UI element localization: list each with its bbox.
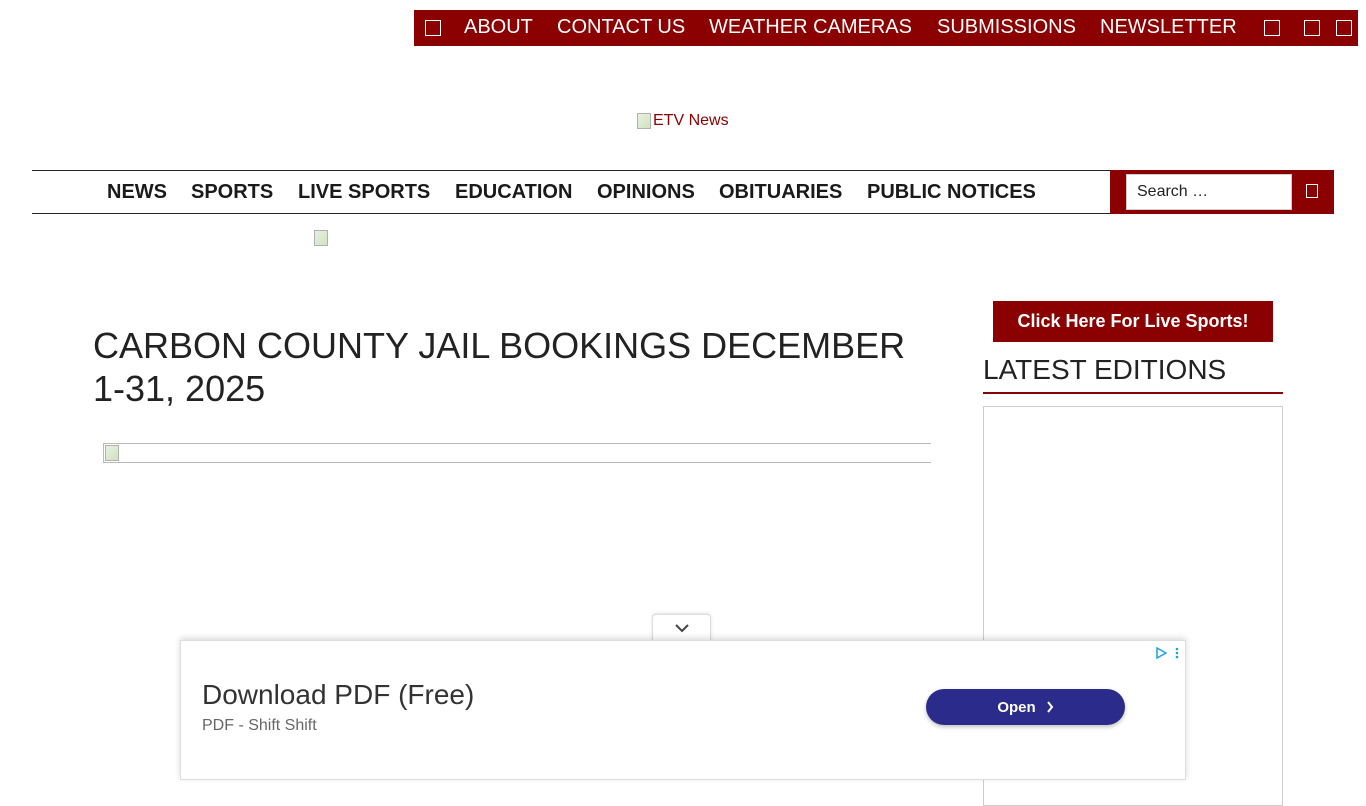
chevron-right-icon [1046, 701, 1053, 713]
more-options-icon [1175, 647, 1179, 659]
ad-title[interactable]: Download PDF (Free) [202, 679, 474, 711]
search-input[interactable] [1126, 174, 1292, 210]
home-icon[interactable] [425, 20, 441, 36]
nav-item-sports[interactable]: SPORTS [191, 181, 273, 204]
topbar-link-newsletter[interactable]: NEWSLETTER [1100, 16, 1237, 39]
twitter-icon[interactable] [1304, 20, 1320, 36]
ad-collapse-toggle[interactable] [652, 614, 711, 641]
top-utility-bar: ABOUT CONTACT US WEATHER CAMERAS SUBMISS… [414, 10, 1358, 46]
nav-item-public-notices[interactable]: PUBLIC NOTICES [867, 181, 1036, 204]
ad-panel[interactable]: Download PDF (Free) PDF - Shift Shift Op… [180, 640, 1186, 780]
topbar-link-contact[interactable]: CONTACT US [557, 16, 685, 39]
search-icon[interactable] [1306, 184, 1318, 198]
broken-image-icon [105, 445, 119, 461]
nav-item-opinions[interactable]: OPINIONS [597, 181, 695, 204]
topbar-link-weather-cameras[interactable]: WEATHER CAMERAS [709, 16, 912, 39]
logo-alt-text: ETV News [653, 112, 729, 129]
nav-item-news[interactable]: NEWS [107, 181, 167, 204]
topbar-link-submissions[interactable]: SUBMISSIONS [937, 16, 1076, 39]
chevron-down-icon [674, 624, 689, 633]
search-form [1110, 170, 1334, 214]
ad-banner-image[interactable] [314, 230, 328, 246]
article-featured-image [103, 443, 931, 463]
site-logo[interactable]: ETV News [637, 112, 729, 130]
ad-subtitle: PDF - Shift Shift [202, 717, 317, 734]
latest-editions-heading: LATEST EDITIONS [983, 354, 1283, 394]
instagram-icon[interactable] [1336, 20, 1352, 36]
nav-item-live-sports[interactable]: LIVE SPORTS [298, 181, 430, 204]
nav-item-obituaries[interactable]: OBITUARIES [719, 181, 842, 204]
ad-choices[interactable] [1155, 647, 1179, 659]
live-sports-button[interactable]: Click Here For Live Sports! [993, 301, 1273, 342]
ad-choices-icon [1156, 647, 1167, 659]
nav-item-education[interactable]: EDUCATION [455, 181, 572, 204]
ad-open-button[interactable]: Open [926, 689, 1125, 725]
facebook-icon[interactable] [1264, 20, 1280, 36]
topbar-link-about[interactable]: ABOUT [464, 16, 533, 39]
article-title: CARBON COUNTY JAIL BOOKINGS DECEMBER 1-3… [93, 325, 906, 409]
broken-image-icon [637, 113, 651, 129]
ad-open-label: Open [997, 698, 1036, 716]
